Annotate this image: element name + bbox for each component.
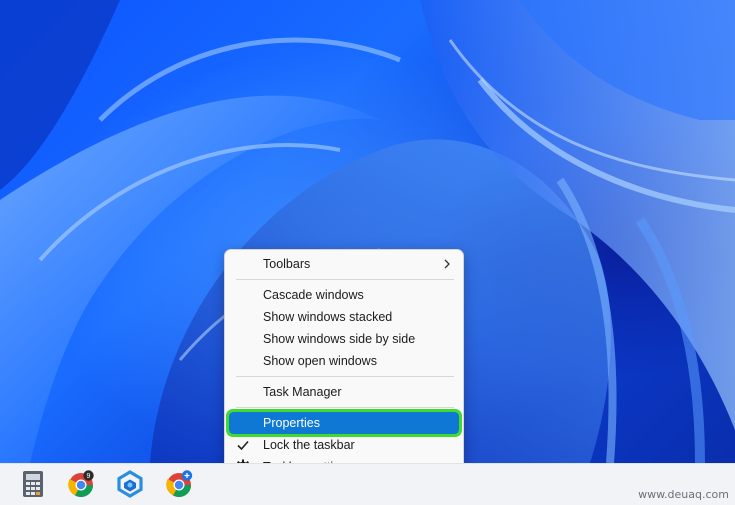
menu-item-open-windows-label: Show open windows [263,354,377,368]
menu-item-lock-taskbar[interactable]: Lock the taskbar [229,434,459,456]
menu-item-lock-taskbar-label: Lock the taskbar [263,438,355,452]
menu-item-show-open-windows[interactable]: Show open windows [229,350,459,372]
app-icon[interactable] [115,469,145,499]
menu-separator [236,376,454,377]
menu-item-toolbars[interactable]: Toolbars [229,253,459,275]
calculator-icon[interactable] [18,469,48,499]
menu-item-show-windows-stacked[interactable]: Show windows stacked [229,306,459,328]
menu-item-task-manager[interactable]: Task Manager [229,381,459,403]
menu-item-toolbars-label: Toolbars [263,257,311,271]
menu-item-properties-label: Properties [263,416,320,430]
menu-item-side-by-side-label: Show windows side by side [263,332,416,346]
taskbar-context-menu: Toolbars Cascade windows Show windows st… [224,249,464,480]
menu-separator [236,407,454,408]
taskbar[interactable]: 9 www.deuaq.com [0,463,735,505]
menu-item-stacked-label: Show windows stacked [263,310,393,324]
chrome-icon[interactable]: 9 [66,469,96,499]
chrome-beta-icon[interactable] [164,469,194,499]
menu-item-cascade-label: Cascade windows [263,288,364,302]
checkmark-icon [237,440,249,451]
menu-item-show-windows-side-by-side[interactable]: Show windows side by side [229,328,459,350]
menu-item-cascade-windows[interactable]: Cascade windows [229,284,459,306]
watermark-text: www.deuaq.com [638,488,729,501]
chrome-badge-count: 9 [87,473,91,480]
chevron-right-icon [444,259,450,269]
menu-separator [236,279,454,280]
menu-item-properties[interactable]: Properties [226,409,462,437]
menu-item-task-manager-label: Task Manager [263,385,342,399]
